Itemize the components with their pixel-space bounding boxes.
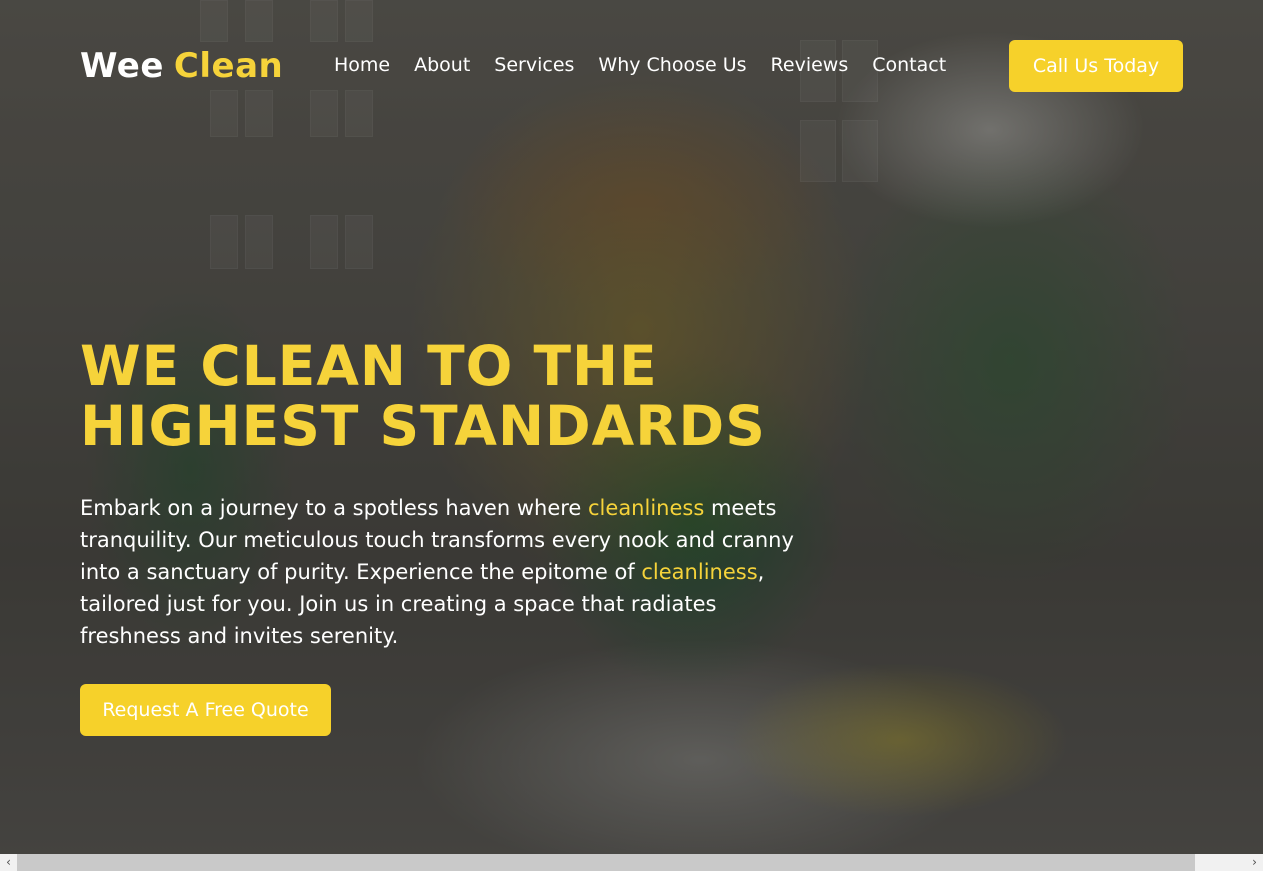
page: Wee Clean Home About Services Why Choose … — [0, 0, 1263, 871]
nav-why-choose-us[interactable]: Why Choose Us — [598, 54, 746, 76]
hero-title: WE CLEAN TO THE HIGHEST STANDARDS — [80, 336, 840, 456]
nav-home[interactable]: Home — [334, 54, 390, 76]
site-logo[interactable]: Wee Clean — [80, 46, 283, 86]
scrollbar-thumb[interactable] — [17, 854, 1195, 871]
logo-word-wee: Wee — [80, 46, 164, 86]
hero-text-part-1: Embark on a journey to a spotless haven … — [80, 496, 589, 520]
site-header: Wee Clean Home About Services Why Choose … — [80, 40, 1183, 92]
logo-word-clean: Clean — [173, 46, 284, 86]
nav-contact[interactable]: Contact — [872, 54, 946, 76]
hero-description: Embark on a journey to a spotless haven … — [80, 492, 805, 652]
nav-reviews[interactable]: Reviews — [771, 54, 849, 76]
hero-highlight-cleanliness-2: cleanliness — [641, 560, 758, 584]
request-free-quote-button[interactable]: Request A Free Quote — [80, 684, 331, 736]
main-nav: Home About Services Why Choose Us Review… — [334, 54, 946, 76]
hero-highlight-cleanliness-1: cleanliness — [588, 496, 705, 520]
hero-title-line-1: WE CLEAN TO THE — [80, 334, 658, 398]
nav-services[interactable]: Services — [494, 54, 574, 76]
hero-title-line-2: HIGHEST STANDARDS — [80, 394, 766, 458]
nav-about[interactable]: About — [414, 54, 470, 76]
horizontal-scrollbar[interactable]: ‹ › — [0, 854, 1263, 871]
chevron-left-icon[interactable]: ‹ — [0, 854, 17, 871]
call-us-today-button[interactable]: Call Us Today — [1009, 40, 1183, 92]
chevron-right-icon[interactable]: › — [1246, 854, 1263, 871]
